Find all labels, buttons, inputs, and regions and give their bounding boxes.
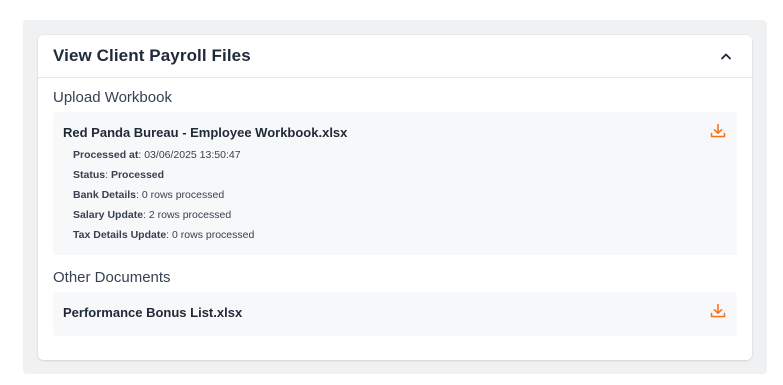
- detail-label: Tax Details Update: [73, 229, 167, 241]
- detail-label: Salary Update: [73, 209, 144, 221]
- upload-file-details: Processed at: 03/06/2025 13:50:47 Status…: [73, 148, 254, 248]
- card-title: View Client Payroll Files: [53, 46, 251, 65]
- panel-container: View Client Payroll Files Upload Workboo…: [23, 20, 767, 374]
- collapse-button[interactable]: [715, 45, 737, 67]
- detail-value: 0 rows processed: [172, 229, 255, 241]
- upload-workbook-heading: Upload Workbook: [53, 89, 172, 106]
- card-header[interactable]: View Client Payroll Files: [38, 35, 752, 78]
- download-icon: [710, 123, 726, 138]
- detail-status: Status: Processed: [73, 169, 165, 181]
- detail-value: 2 rows processed: [148, 209, 232, 221]
- other-file-item: Performance Bonus List.xlsx: [53, 292, 737, 336]
- detail-label: Processed at: [73, 149, 139, 161]
- upload-file-name: Red Panda Bureau - Employee Workbook.xls…: [63, 125, 348, 140]
- detail-bank-details: Bank Details: 0 rows processed: [73, 189, 225, 201]
- detail-salary-update: Salary Update: 2 rows processed: [73, 209, 232, 221]
- chevron-up-icon: [721, 53, 731, 60]
- detail-value: 03/06/2025 13:50:47: [144, 149, 241, 161]
- detail-tax-details-update: Tax Details Update: 0 rows processed: [73, 229, 255, 241]
- client-payroll-files-card: View Client Payroll Files Upload Workboo…: [38, 35, 752, 360]
- detail-value: 0 rows processed: [141, 189, 225, 201]
- detail-processed-at: Processed at: 03/06/2025 13:50:47: [73, 149, 241, 161]
- other-documents-heading: Other Documents: [53, 269, 171, 286]
- detail-label: Status: [73, 169, 106, 181]
- status-value: Processed: [110, 169, 165, 181]
- download-upload-file-button[interactable]: [709, 122, 727, 140]
- download-icon: [710, 303, 726, 318]
- download-other-file-button[interactable]: [709, 302, 727, 320]
- upload-file-item: Red Panda Bureau - Employee Workbook.xls…: [53, 112, 737, 255]
- other-file-name: Performance Bonus List.xlsx: [63, 305, 243, 320]
- detail-label: Bank Details: [73, 189, 137, 201]
